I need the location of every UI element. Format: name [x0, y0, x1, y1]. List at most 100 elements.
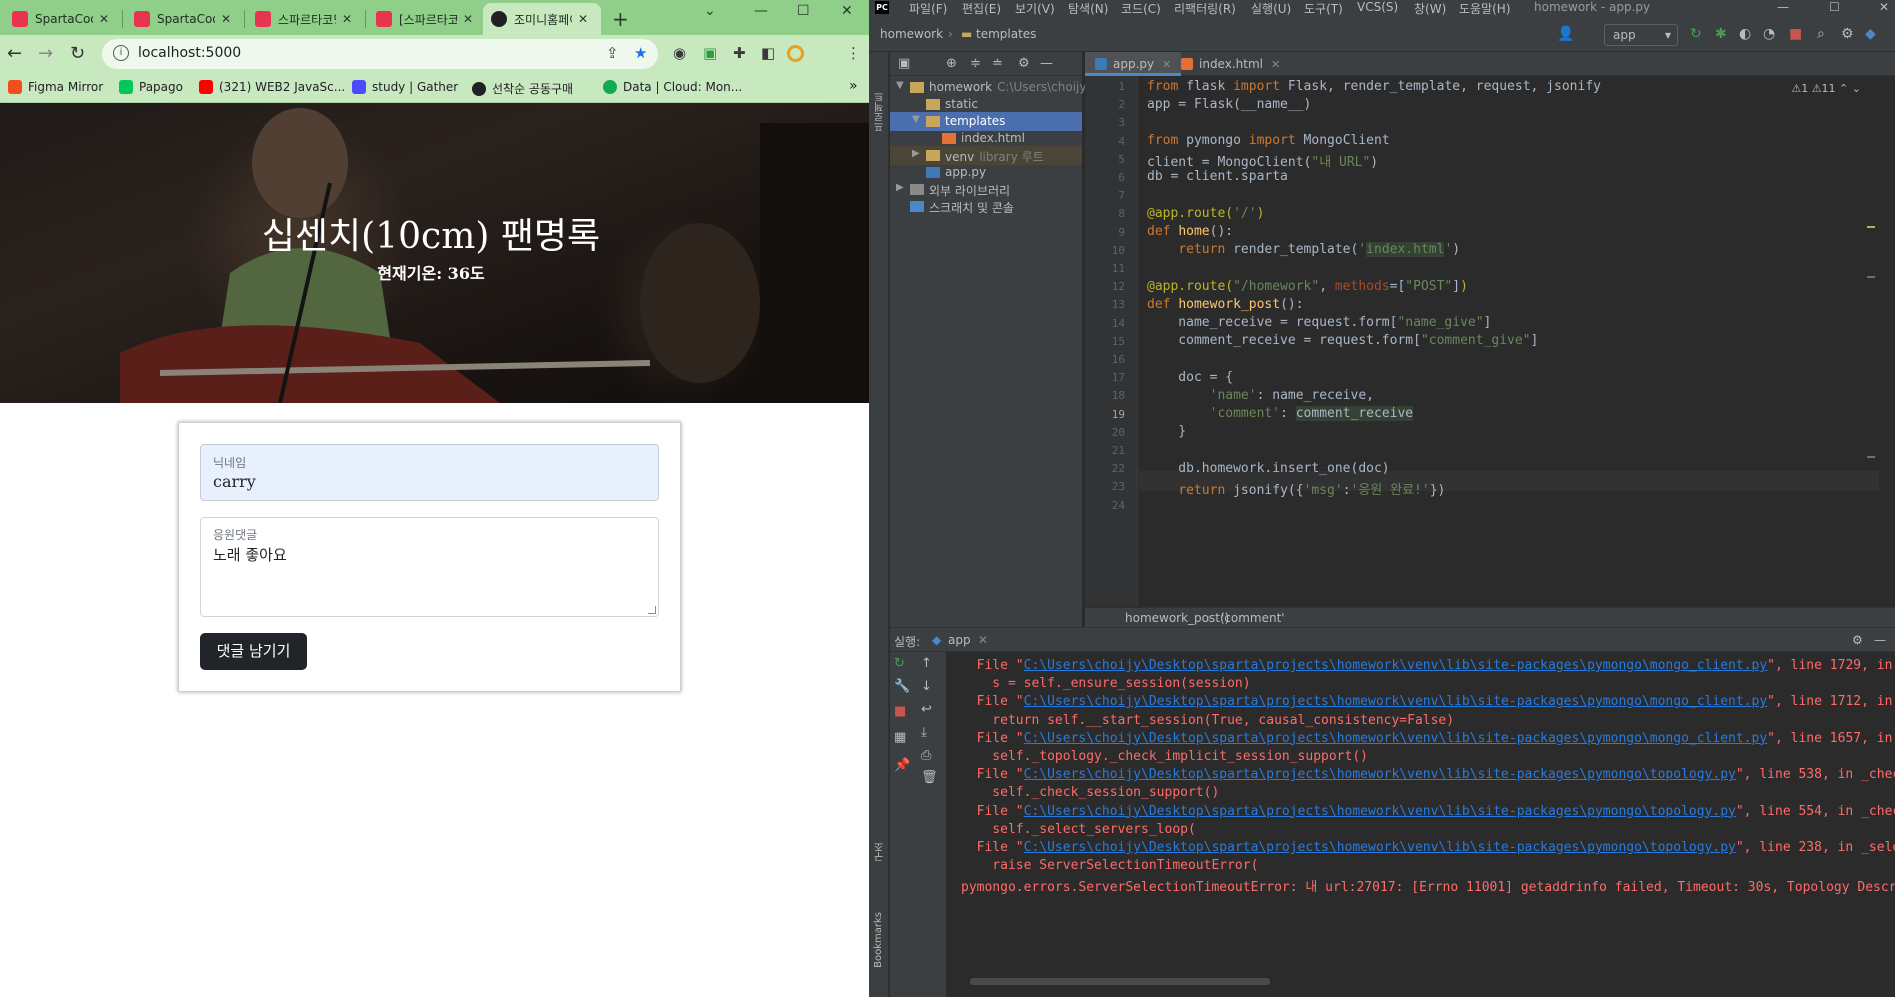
bookmark-papago[interactable]: Papago: [119, 80, 183, 94]
url-text[interactable]: localhost:5000: [138, 45, 241, 61]
run-configuration-dropdown[interactable]: app ▾: [1604, 24, 1678, 46]
menu-vcs[interactable]: VCS(S): [1357, 0, 1398, 14]
layout-icon[interactable]: ▦: [894, 730, 906, 745]
close-run-tab-icon[interactable]: ✕: [978, 633, 988, 647]
nickname-input[interactable]: carry: [213, 472, 256, 491]
scroll-marker[interactable]: [1867, 456, 1875, 458]
menu-code[interactable]: 코드(C): [1121, 0, 1161, 17]
bookmark-gather[interactable]: study | Gather: [352, 80, 458, 94]
up-arrow-icon[interactable]: ↑: [921, 656, 932, 671]
close-tab-icon[interactable]: ✕: [221, 12, 231, 26]
file-path-link[interactable]: C:\Users\choijy\Desktop\sparta\projects\…: [1024, 694, 1768, 709]
site-info-icon[interactable]: i: [113, 45, 129, 61]
structure-tool-window-button[interactable]: 구조: [873, 842, 888, 862]
scroll-to-end-icon[interactable]: ⤓: [921, 725, 927, 740]
settings-gear-icon[interactable]: ⚙: [1852, 633, 1863, 647]
close-window-icon[interactable]: ✕: [1879, 0, 1889, 14]
new-tab-button[interactable]: +: [612, 7, 629, 31]
close-tab-icon[interactable]: ✕: [578, 12, 588, 26]
trash-icon[interactable]: 🗑: [921, 770, 938, 785]
chevron-right-icon[interactable]: ▶: [896, 182, 904, 193]
green-extension-icon[interactable]: ▣: [703, 44, 717, 62]
warning-marker[interactable]: [1867, 226, 1875, 228]
forward-arrow-icon[interactable]: →: [38, 43, 53, 64]
user-icon[interactable]: 👤: [1557, 26, 1574, 42]
rerun-icon[interactable]: ↻: [1690, 26, 1702, 42]
console-output[interactable]: File "C:\Users\choijy\Desktop\sparta\pro…: [946, 652, 1895, 977]
rerun-icon[interactable]: ↻: [894, 656, 905, 671]
chevron-right-icon[interactable]: ▶: [912, 148, 920, 159]
bookmark-youtube[interactable]: (321) WEB2 JavaSc...: [199, 80, 345, 94]
submit-comment-button[interactable]: 댓글 남기기: [200, 633, 307, 670]
camera-extension-icon[interactable]: ◉: [673, 44, 686, 62]
browser-tab-1[interactable]: SpartaCoding ✕: [4, 3, 119, 35]
close-tab-icon[interactable]: ✕: [463, 12, 473, 26]
close-window-icon[interactable]: ✕: [841, 3, 853, 19]
code-editor[interactable]: from flask import Flask, render_template…: [1139, 76, 1879, 606]
menu-edit[interactable]: 편집(E): [962, 0, 1001, 17]
maximize-icon[interactable]: ☐: [797, 3, 810, 19]
nickname-field[interactable]: 닉네임 carry: [200, 444, 659, 501]
menu-run[interactable]: 실행(U): [1251, 0, 1291, 17]
down-arrow-icon[interactable]: ↓: [921, 679, 932, 694]
wrench-icon[interactable]: 🔧: [894, 679, 910, 694]
breadcrumb-key[interactable]: 'comment': [1221, 611, 1285, 625]
print-icon[interactable]: ⎙: [921, 748, 931, 763]
hide-panel-icon[interactable]: —: [1874, 633, 1886, 647]
inspection-widget[interactable]: ⚠1 ⚠11 ⌃ ⌄: [1791, 82, 1861, 95]
address-bar[interactable]: i localhost:5000 ⇪ ★: [102, 39, 658, 69]
chevron-down-icon[interactable]: ▼: [912, 114, 920, 125]
menu-tools[interactable]: 도구(T): [1304, 0, 1343, 17]
browser-tab-4[interactable]: [스파르타코딩 ✕: [368, 3, 483, 35]
stop-icon[interactable]: ■: [894, 704, 906, 719]
tree-item[interactable]: 스크래치 및 콘솔: [890, 197, 1082, 216]
search-everywhere-icon[interactable]: ⌕: [1817, 26, 1825, 42]
menu-window[interactable]: 창(W): [1414, 0, 1446, 17]
bookmarks-tool-window-button[interactable]: Bookmarks: [873, 912, 884, 968]
close-tab-icon[interactable]: ✕: [1162, 58, 1171, 71]
scroll-marker[interactable]: [1867, 276, 1875, 278]
side-panel-icon[interactable]: ◧: [761, 44, 775, 62]
menu-view[interactable]: 보기(V): [1015, 0, 1055, 17]
collapse-all-icon[interactable]: ≐: [992, 56, 1003, 71]
file-path-link[interactable]: C:\Users\choijy\Desktop\sparta\projects\…: [1024, 658, 1768, 673]
menu-kebab-icon[interactable]: ⋮: [846, 44, 861, 62]
run-tab-app[interactable]: app: [948, 633, 971, 647]
bookmark-mongodb[interactable]: Data | Cloud: Mon...: [603, 80, 742, 94]
file-path-link[interactable]: C:\Users\choijy\Desktop\sparta\projects\…: [1024, 731, 1768, 746]
menu-file[interactable]: 파일(F): [909, 0, 947, 17]
menu-help[interactable]: 도움말(H): [1459, 0, 1511, 17]
console-horizontal-scrollbar[interactable]: [970, 978, 1270, 985]
bookmarks-overflow-icon[interactable]: »: [849, 78, 858, 94]
menu-refactor[interactable]: 리팩터링(R): [1174, 0, 1236, 17]
editor-tab-index-html[interactable]: index.html ✕: [1171, 52, 1290, 76]
bookmark-figma-mirror[interactable]: Figma Mirror: [8, 80, 103, 94]
back-arrow-icon[interactable]: ←: [7, 43, 22, 64]
bookmark-group-buy[interactable]: 선착순 공동구매: [472, 80, 573, 97]
comment-textarea[interactable]: 노래 좋아요: [213, 544, 287, 565]
editor-tab-app-py[interactable]: app.py ✕: [1085, 52, 1182, 76]
comment-field[interactable]: 응원댓글 노래 좋아요: [200, 517, 659, 617]
expand-all-icon[interactable]: ≑: [970, 56, 981, 71]
project-tool-window-button[interactable]: 프로젝트: [873, 92, 888, 132]
bookmark-star-icon[interactable]: ★: [634, 44, 647, 62]
browser-tab-5-active[interactable]: 조미니홈페이지 ✕: [483, 3, 601, 35]
hide-panel-icon[interactable]: —: [1040, 56, 1053, 71]
resize-handle-icon[interactable]: [648, 606, 656, 614]
browser-tab-2[interactable]: SpartaCoding ✕: [126, 3, 241, 35]
breadcrumb-function[interactable]: homework_post(): [1125, 611, 1229, 625]
breadcrumb-project[interactable]: homework: [880, 27, 943, 41]
breadcrumb-folder[interactable]: templates: [976, 27, 1036, 41]
file-path-link[interactable]: C:\Users\choijy\Desktop\sparta\projects\…: [1024, 840, 1736, 855]
close-tab-icon[interactable]: ✕: [99, 12, 109, 26]
settings-gear-icon[interactable]: ⚙: [1841, 26, 1854, 42]
minimize-icon[interactable]: —: [754, 3, 768, 19]
debug-icon[interactable]: ✱: [1715, 26, 1727, 42]
browser-tab-3[interactable]: 스파르타코딩 ✕: [247, 3, 362, 35]
chevron-down-icon[interactable]: ▼: [896, 80, 904, 91]
pin-icon[interactable]: 📌: [894, 758, 910, 773]
soft-wrap-icon[interactable]: ↩: [921, 702, 932, 717]
menu-navigate[interactable]: 탐색(N): [1068, 0, 1108, 17]
profile-avatar[interactable]: [787, 45, 804, 62]
close-tab-icon[interactable]: ✕: [1271, 58, 1280, 71]
